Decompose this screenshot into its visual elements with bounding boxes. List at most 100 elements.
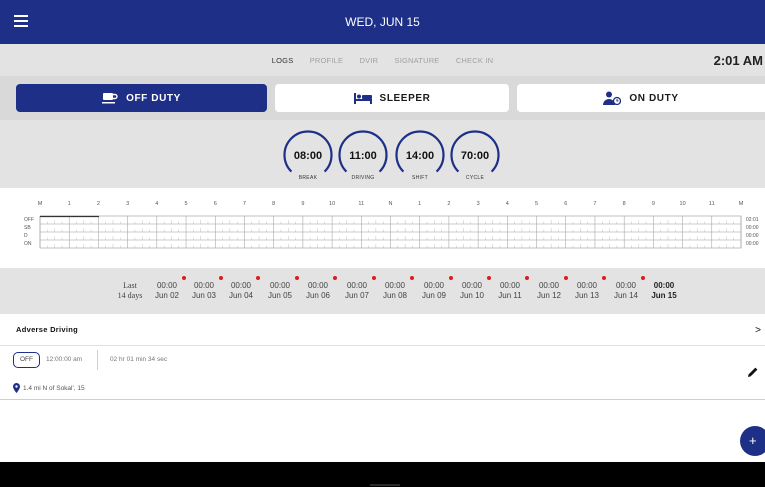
event-divider bbox=[97, 350, 98, 370]
recap-day[interactable]: 00:00 Jun 10 bbox=[453, 276, 491, 301]
driving-timer: 11:00 DRIVING bbox=[338, 130, 388, 181]
hour-tick-label: M bbox=[38, 201, 43, 207]
daily-log-grid[interactable]: M 1 2 3 4 5 6 7 8 9 10 11 N 1 2 3 4 5 6 7 8 9 10 11 M OFF 02:01 SB 0… bbox=[0, 188, 765, 268]
recap-day[interactable]: 00:00 Jun 06 bbox=[299, 276, 337, 301]
violation-dot-icon bbox=[602, 276, 606, 280]
adverse-driving-label: Adverse Driving bbox=[16, 325, 79, 334]
recap-day-hours: 00:00 bbox=[384, 281, 406, 290]
recap-day-hours: 00:00 bbox=[230, 281, 252, 290]
bed-icon bbox=[353, 92, 372, 104]
hour-tick-label: 1 bbox=[68, 201, 71, 207]
hour-tick-label: 9 bbox=[652, 201, 655, 207]
event-duration: 02 hr 01 min 34 sec bbox=[110, 356, 168, 363]
event-location: 1.4 mi N of Sokal', 15 bbox=[13, 383, 85, 393]
on-duty-button[interactable]: ON DUTY bbox=[517, 84, 765, 112]
recap-day-date: Jun 07 bbox=[344, 291, 370, 300]
recap-day[interactable]: 00:00 Jun 07 bbox=[338, 276, 376, 301]
row-total-on: 00:00 bbox=[746, 241, 759, 247]
tab-logs[interactable]: LOGS bbox=[272, 56, 294, 65]
cycle-label: CYCLE bbox=[465, 175, 485, 181]
recap-day[interactable]: 00:00 Jun 11 bbox=[491, 276, 529, 301]
violation-dot-icon bbox=[449, 276, 453, 280]
tab-profile[interactable]: PROFILE bbox=[310, 56, 344, 65]
recap-day-date: Jun 09 bbox=[421, 291, 447, 300]
sleeper-button[interactable]: SLEEPER bbox=[275, 84, 509, 112]
break-value: 08:00 bbox=[293, 150, 323, 162]
violation-dot-icon bbox=[219, 276, 223, 280]
row-label-d: D bbox=[24, 233, 28, 239]
violation-dot-icon bbox=[525, 276, 529, 280]
recap-day[interactable]: 00:00 Jun 14 bbox=[607, 276, 645, 301]
off-duty-label: OFF DUTY bbox=[126, 92, 181, 104]
recap-day[interactable]: 00:00 Jun 04 bbox=[222, 276, 260, 301]
cycle-timer: 70:00 CYCLE bbox=[450, 130, 500, 181]
recap-day-date: Jun 14 bbox=[613, 291, 639, 300]
recap-summary: Last 14 days 00:00 Jun 02 00:00 Jun 03 00:00… bbox=[0, 268, 765, 314]
current-time: 2:01 AM bbox=[713, 53, 763, 68]
recap-day-date: Jun 15 bbox=[651, 291, 677, 300]
page-title: WED, JUN 15 bbox=[345, 15, 420, 29]
tab-check-in[interactable]: CHECK IN bbox=[456, 56, 493, 65]
home-indicator[interactable] bbox=[370, 484, 400, 486]
recap-period: Last 14 days bbox=[108, 281, 152, 301]
recap-day[interactable]: 00:00 Jun 08 bbox=[376, 276, 414, 301]
recap-day-date: Jun 05 bbox=[267, 291, 293, 300]
hour-tick-label: 2 bbox=[97, 201, 100, 207]
event-location-text: 1.4 mi N of Sokal', 15 bbox=[23, 384, 85, 392]
recap-day[interactable]: 00:00 Jun 09 bbox=[415, 276, 453, 301]
log-event-row[interactable]: OFF 12:00:00 am 02 hr 01 min 34 sec 1.4 … bbox=[0, 346, 765, 400]
recap-last-label: Last bbox=[123, 281, 137, 290]
violation-dot-icon bbox=[295, 276, 299, 280]
recap-day[interactable]: 00:00 Jun 12 bbox=[530, 276, 568, 301]
violation-dot-icon bbox=[487, 276, 491, 280]
system-navigation-bar bbox=[0, 462, 765, 487]
hour-tick-label: 11 bbox=[709, 201, 715, 207]
recap-day-hours: 00:00 bbox=[653, 281, 675, 290]
recap-day-hours: 00:00 bbox=[156, 281, 178, 290]
add-event-button[interactable]: + bbox=[740, 426, 765, 456]
hour-tick-label: 7 bbox=[243, 201, 246, 207]
violation-dot-icon bbox=[410, 276, 414, 280]
tab-bar: LOGS PROFILE DVIR SIGNATURE CHECK IN 2:0… bbox=[0, 44, 765, 76]
hour-tick-label: 9 bbox=[301, 201, 304, 207]
moon-icon[interactable] bbox=[745, 13, 759, 31]
tab-signature[interactable]: SIGNATURE bbox=[395, 56, 440, 65]
row-total-off: 02:01 bbox=[746, 217, 759, 223]
recap-day-date: Jun 03 bbox=[191, 291, 217, 300]
recap-day[interactable]: 00:00 Jun 15 bbox=[645, 281, 683, 301]
recap-period-label: 14 days bbox=[117, 291, 143, 300]
on-duty-label: ON DUTY bbox=[629, 92, 679, 104]
hour-tick-label: 4 bbox=[506, 201, 509, 207]
hour-tick-label: 3 bbox=[477, 201, 480, 207]
recap-day-hours: 00:00 bbox=[423, 281, 445, 290]
edit-pencil-icon[interactable] bbox=[747, 366, 759, 378]
violation-dot-icon bbox=[182, 276, 186, 280]
event-status-badge: OFF bbox=[13, 352, 40, 368]
log-grid-chart: M 1 2 3 4 5 6 7 8 9 10 11 N 1 2 3 4 5 6 7 8 9 10 11 M OFF 02:01 SB 0… bbox=[24, 201, 759, 249]
violation-dot-icon bbox=[641, 276, 645, 280]
hour-tick-label: N bbox=[389, 201, 393, 207]
recap-day-hours: 00:00 bbox=[615, 281, 637, 290]
recap-day-hours: 00:00 bbox=[538, 281, 560, 290]
off-duty-button[interactable]: OFF DUTY bbox=[16, 84, 267, 112]
recap-day-hours: 00:00 bbox=[193, 281, 215, 290]
adverse-driving-row[interactable]: Adverse Driving > bbox=[0, 318, 765, 346]
hour-tick-label: 4 bbox=[155, 201, 158, 207]
location-pin-icon bbox=[13, 383, 20, 393]
recap-day[interactable]: 00:00 Jun 13 bbox=[568, 276, 606, 301]
recap-day-date: Jun 04 bbox=[228, 291, 254, 300]
sleeper-label: SLEEPER bbox=[379, 92, 431, 104]
hour-tick-label: 7 bbox=[593, 201, 596, 207]
recap-day[interactable]: 00:00 Jun 05 bbox=[261, 276, 299, 301]
shift-label: SHIFT bbox=[412, 175, 428, 181]
row-label-sb: SB bbox=[24, 225, 31, 231]
tab-dvir[interactable]: DVIR bbox=[360, 56, 379, 65]
recap-day[interactable]: 00:00 Jun 02 bbox=[148, 276, 186, 301]
recap-day-date: Jun 11 bbox=[498, 291, 522, 300]
hour-tick-label: 8 bbox=[623, 201, 626, 207]
driver-clock-icon bbox=[603, 91, 622, 105]
driving-label: DRIVING bbox=[351, 175, 375, 181]
recap-day-hours: 00:00 bbox=[269, 281, 291, 290]
recap-day[interactable]: 00:00 Jun 03 bbox=[185, 276, 223, 301]
hour-tick-label: 10 bbox=[329, 201, 335, 207]
